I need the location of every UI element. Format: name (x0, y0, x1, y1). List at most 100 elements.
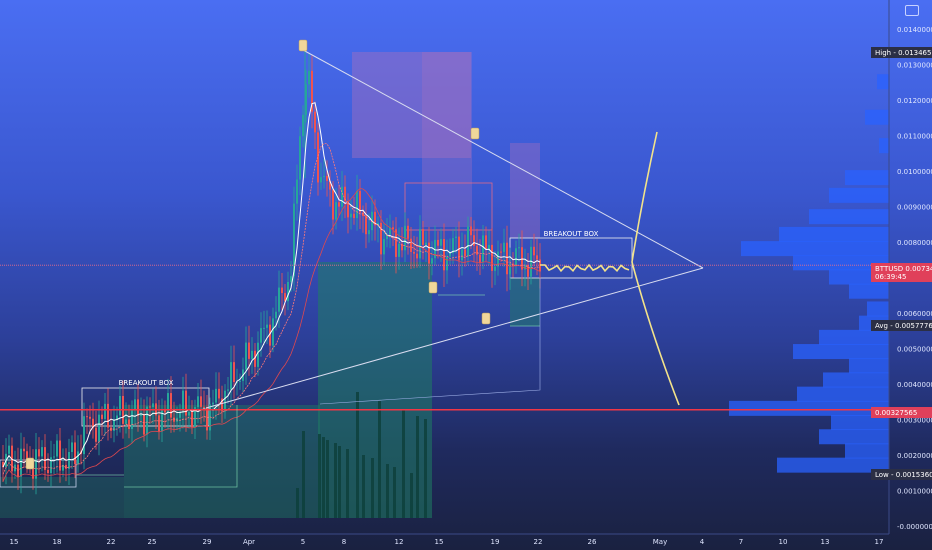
candle-body (470, 226, 472, 236)
volume-bar (346, 449, 349, 518)
volume-bar (302, 431, 305, 518)
volume-bar (318, 434, 321, 518)
marker-flag (470, 127, 480, 140)
candle-body (491, 244, 493, 271)
candle-body (500, 251, 502, 253)
y-tick-label: 0.01300000 (897, 62, 932, 70)
candle-body (200, 396, 202, 407)
marker-flag (428, 281, 438, 294)
volume-profile-bar (867, 301, 889, 317)
volume-profile-bar (823, 372, 889, 388)
candle-body (245, 342, 247, 370)
candle-body (140, 414, 142, 416)
candle-body (422, 229, 424, 245)
candle-body (224, 390, 226, 412)
candle-body (182, 390, 184, 412)
candle-body (455, 236, 457, 239)
candle-body (506, 242, 508, 275)
candle-body (143, 414, 145, 435)
candle-body (323, 175, 325, 178)
candle-body (464, 249, 466, 257)
volume-profile-bar (829, 187, 889, 203)
support-price-tag: 0.00327565 (871, 407, 932, 418)
high-price-tag: High - 0.01346500 (871, 47, 932, 58)
screenshot-icon[interactable] (905, 5, 919, 16)
volume-bar (326, 440, 329, 518)
volume-profile-bar (845, 170, 889, 186)
candle-body (212, 402, 214, 405)
red-zone (422, 52, 472, 227)
x-tick-label: 10 (779, 538, 788, 546)
marker-flag (25, 457, 35, 470)
x-tick-label: 15 (435, 538, 444, 546)
candle-body (104, 403, 106, 419)
candle-body (392, 227, 394, 230)
volume-profile-bar (797, 386, 889, 402)
candle-body (407, 225, 409, 239)
candle-body (299, 136, 301, 180)
x-tick-label: 18 (53, 538, 62, 546)
candle-body (368, 230, 370, 235)
volume-bar (334, 443, 337, 518)
candle-body (149, 406, 151, 408)
y-tick-label: -0.00000000 (897, 523, 932, 531)
candle-body (536, 255, 538, 260)
candle-body (335, 202, 337, 220)
candle-body (419, 229, 421, 259)
volume-bar (371, 458, 374, 518)
candle-body (230, 362, 232, 390)
candle-body (161, 409, 163, 432)
candle-body (410, 238, 412, 252)
candle-body (77, 451, 79, 465)
candle-body (44, 447, 46, 470)
volume-profile-bar (845, 443, 889, 459)
candle-body (338, 202, 340, 207)
volume-profile-bar (849, 358, 889, 374)
price-chart[interactable]: BREAKOUT BOX BREAKOUT BOX 0.01400000 0.013… (0, 0, 932, 550)
volume-bar (338, 446, 341, 518)
x-tick-label: 8 (342, 538, 346, 546)
candle-body (398, 243, 400, 257)
volume-bar (386, 464, 389, 518)
volume-profile-bar (849, 283, 889, 299)
candle-body (20, 448, 22, 477)
candle-body (53, 456, 55, 458)
x-tick-label: 12 (395, 538, 404, 546)
candle-body (314, 111, 316, 133)
y-tick-label: 0.01100000 (897, 133, 932, 141)
x-tick-label: Apr (243, 538, 255, 546)
candle-body (476, 245, 478, 255)
x-tick-label: 22 (534, 538, 543, 546)
volume-bar (322, 437, 325, 518)
candle-body (494, 266, 496, 271)
candle-body (515, 248, 517, 267)
candle-body (266, 324, 268, 328)
y-tick-label: 0.00100000 (897, 488, 932, 496)
breakout-box-label: BREAKOUT BOX (119, 379, 174, 387)
candle-body (485, 235, 487, 250)
candle-body (38, 449, 40, 457)
volume-bar (356, 392, 359, 518)
candle-body (47, 469, 49, 474)
candle-body (341, 186, 343, 207)
breakout-box-label: BREAKOUT BOX (544, 230, 599, 238)
y-tick-label: 0.00200000 (897, 452, 932, 460)
volume-profile-bar (877, 74, 889, 90)
candle-body (239, 380, 241, 382)
candle-body (146, 406, 148, 435)
chart-canvas[interactable]: BREAKOUT BOX BREAKOUT BOX 0.01400000 0.013… (0, 0, 932, 550)
candle-body (119, 395, 121, 416)
candle-body (467, 226, 469, 257)
volume-profile-bar (779, 226, 889, 242)
marker-flag (481, 312, 491, 325)
candle-body (173, 417, 175, 422)
candle-body (152, 403, 154, 408)
candle-body (41, 447, 43, 457)
green-zone (0, 477, 124, 518)
volume-profile-bar (793, 344, 889, 360)
svg-text:BTTUSD 0.00734640: BTTUSD 0.00734640 (875, 265, 932, 273)
projection-wave (540, 263, 630, 273)
x-tick-label: 22 (107, 538, 116, 546)
avg-price-tag: Avg - 0.00577763 (871, 320, 932, 331)
y-tick-label: 0.00900000 (897, 204, 932, 212)
